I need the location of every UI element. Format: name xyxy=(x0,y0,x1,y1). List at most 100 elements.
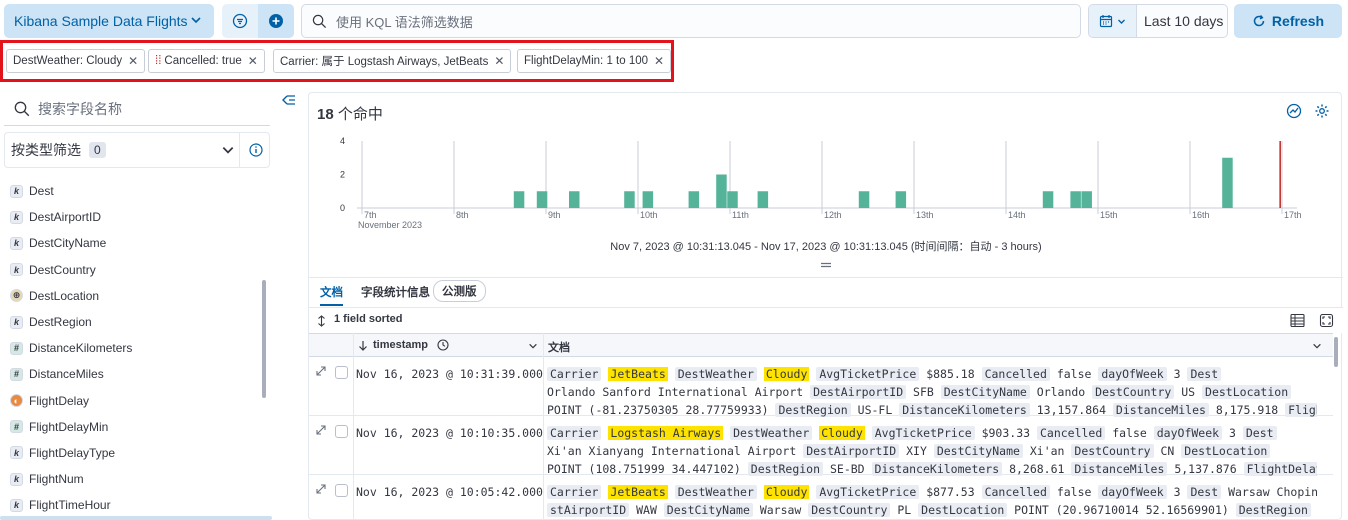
sidebar-selected-field-strip xyxy=(0,516,272,520)
sort-icon[interactable] xyxy=(317,315,326,327)
row-checkbox[interactable] xyxy=(335,366,348,379)
field-item[interactable]: k FlightTimeHour xyxy=(10,492,260,518)
arrow-down-icon xyxy=(359,341,367,351)
field-type-icon: k xyxy=(10,210,23,224)
quick-select-button[interactable] xyxy=(1089,5,1137,37)
main-panel: 18 个命中 4 2 0 7th 8th 9th 10th 11th 12th 13th 14th 1… xyxy=(308,92,1343,520)
x-tick-label: 15th xyxy=(1100,210,1118,220)
field-item[interactable]: ⊕ DestLocation xyxy=(10,283,260,309)
close-icon[interactable]: ✕ xyxy=(494,54,504,68)
doc-field-key: DestCityName xyxy=(663,503,753,517)
table-density-icon[interactable] xyxy=(1290,313,1305,328)
field-item[interactable]: # FlightDelayMin xyxy=(10,414,260,440)
close-icon[interactable]: ✕ xyxy=(654,54,664,68)
field-name: FlightDelayMin xyxy=(29,419,109,434)
filter-pill-dest-weather[interactable]: DestWeather: Cloudy ✕ xyxy=(6,49,146,73)
hits-suffix: 个命中 xyxy=(333,106,383,123)
doc-value: $877.53 xyxy=(919,485,982,499)
field-sidebar: 搜索字段名称 按类型筛选 0 k Dest k DestAirportID k DestC… xyxy=(0,88,276,520)
y-tick-label: 4 xyxy=(340,136,345,146)
info-button[interactable] xyxy=(239,133,271,167)
chevron-down-icon[interactable] xyxy=(1312,341,1322,351)
type-filter-count: 0 xyxy=(89,142,106,158)
field-item[interactable]: # DistanceMiles xyxy=(10,361,260,387)
doc-field-key: DistanceKilometers xyxy=(871,462,1003,476)
refresh-button[interactable]: Refresh xyxy=(1234,4,1342,38)
doc-field-key: DestRegion xyxy=(747,462,824,476)
filter-label: FlightDelayMin: 1 to 100 xyxy=(524,55,649,67)
chevron-down-icon[interactable] xyxy=(528,341,538,351)
data-view-picker[interactable]: Kibana Sample Data Flights xyxy=(4,4,214,38)
filter-menu-icon xyxy=(232,13,248,29)
filter-pill-carrier[interactable]: Carrier: 属于 Logstash Airways, JetBeats ✕ xyxy=(273,49,512,73)
gear-icon[interactable] xyxy=(1314,103,1330,119)
table-scrollbar[interactable] xyxy=(1333,337,1339,517)
doc-field-key: DestWeather xyxy=(674,367,757,381)
doc-field-key: dayOfWeek xyxy=(1098,367,1167,381)
table-row[interactable]: Nov 16, 2023 @ 10:31:39.000 Carrier JetBe… xyxy=(309,357,1333,417)
kql-search-input[interactable]: 使用 KQL 语法筛选数据 xyxy=(301,4,1081,38)
document-line: Xi'an Xianyang International Airport Des… xyxy=(547,442,1317,460)
sort-label[interactable]: 1 field sorted xyxy=(334,313,402,325)
resize-handle-icon[interactable] xyxy=(819,261,833,269)
filter-label: Cancelled: true xyxy=(164,55,242,67)
field-search-placeholder: 搜索字段名称 xyxy=(38,100,122,117)
doc-field-key: stAirportID xyxy=(547,503,630,517)
collapse-sidebar-icon[interactable] xyxy=(282,94,296,106)
scrollbar-thumb[interactable] xyxy=(1334,337,1338,367)
histogram-chart[interactable]: 4 2 0 7th 8th 9th 10th 11th 12th 13th 14th 15th 16th… xyxy=(337,133,1307,233)
close-icon[interactable]: ✕ xyxy=(248,54,258,68)
field-name: FlightDelayType xyxy=(29,445,116,460)
sidebar-scrollbar[interactable] xyxy=(262,280,266,398)
field-type-icon: k xyxy=(10,446,23,460)
doc-value: false xyxy=(1105,426,1154,440)
close-icon[interactable]: ✕ xyxy=(128,54,138,68)
type-filter-button[interactable]: 按类型筛选 0 xyxy=(4,132,270,168)
add-filter-button[interactable] xyxy=(258,4,294,38)
histogram-bar xyxy=(536,191,548,208)
doc-field-key: Dest xyxy=(1242,426,1277,440)
doc-highlight: Cloudy xyxy=(763,485,810,499)
tab-field-statistics[interactable]: 字段统计信息 xyxy=(361,284,430,300)
field-name: DestCityName xyxy=(29,236,107,251)
field-item[interactable]: k DestAirportID xyxy=(10,204,260,230)
table-row[interactable]: Nov 16, 2023 @ 10:05:42.000 Carrier JetBe… xyxy=(309,475,1333,520)
expand-icon[interactable] xyxy=(315,483,327,495)
field-item[interactable]: k FlightNum xyxy=(10,466,260,492)
row-checkbox[interactable] xyxy=(335,425,348,438)
table-row[interactable]: Nov 16, 2023 @ 10:10:35.000 Carrier Logst… xyxy=(309,416,1333,476)
doc-field-key: Cancelled xyxy=(981,485,1050,499)
date-picker[interactable]: Last 10 days xyxy=(1088,4,1228,38)
calendar-icon xyxy=(1099,15,1113,28)
field-name: FlightTimeHour xyxy=(29,498,111,513)
column-document[interactable]: 文档 xyxy=(548,339,570,355)
query-menu-button[interactable] xyxy=(222,4,258,38)
doc-value: Warsaw Chopin Airport xyxy=(1228,485,1317,499)
filter-label: Carrier: 属于 Logstash Airways, JetBeats xyxy=(280,56,489,68)
filter-pill-cancelled[interactable]: ⁞⁞ Cancelled: true ✕ xyxy=(148,49,265,73)
field-item[interactable]: # DistanceKilometers xyxy=(10,335,260,361)
document-line: Orlando Sanford International Airport De… xyxy=(547,383,1317,401)
filter-pill-flight-delay-min[interactable]: FlightDelayMin: 1 to 100 ✕ xyxy=(517,49,672,73)
expand-icon[interactable] xyxy=(315,365,327,377)
tab-documents[interactable]: 文档 xyxy=(320,284,343,306)
field-item[interactable]: k DestCountry xyxy=(10,257,260,283)
column-timestamp[interactable]: timestamp xyxy=(373,339,428,351)
chevron-down-icon xyxy=(191,17,201,24)
histogram-bar xyxy=(624,191,635,208)
y-tick-label: 2 xyxy=(340,170,345,180)
field-item[interactable]: k DestCityName xyxy=(10,230,260,256)
doc-value: POINT (108.751999 34.447102) xyxy=(547,462,748,476)
row-checkbox[interactable] xyxy=(335,484,348,497)
hits-counter: 18 个命中 xyxy=(317,103,383,124)
x-tick-label: 10th xyxy=(640,210,658,220)
column-divider xyxy=(543,333,544,520)
field-item[interactable]: ◐ FlightDelay xyxy=(10,388,260,414)
field-item[interactable]: k FlightDelayType xyxy=(10,440,260,466)
field-search-input[interactable]: 搜索字段名称 xyxy=(4,92,270,126)
fullscreen-icon[interactable] xyxy=(1319,313,1334,328)
expand-icon[interactable] xyxy=(315,424,327,436)
chart-options-icon[interactable] xyxy=(1286,103,1302,119)
field-item[interactable]: k Dest xyxy=(10,178,260,204)
field-item[interactable]: k DestRegion xyxy=(10,309,260,335)
